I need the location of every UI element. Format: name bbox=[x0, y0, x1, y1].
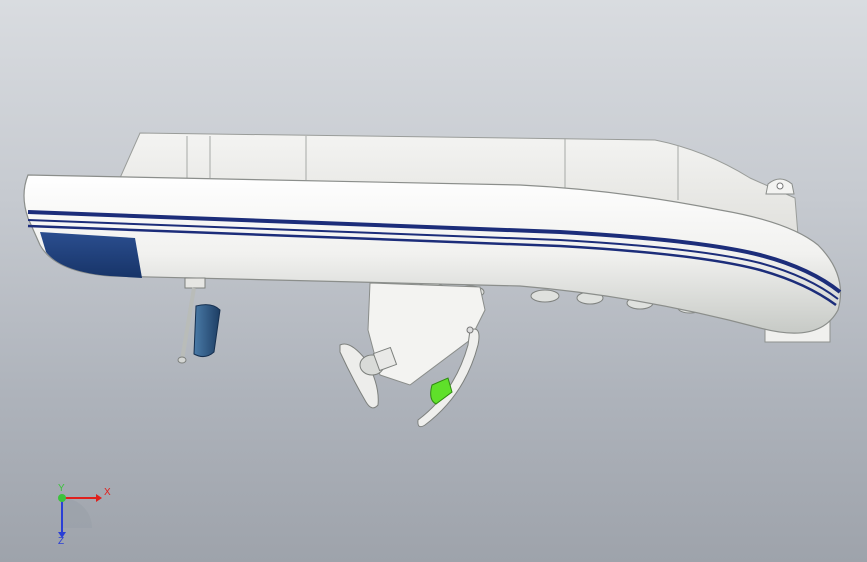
outboard-engine bbox=[177, 277, 221, 364]
boat-model[interactable] bbox=[0, 0, 867, 562]
tube-blue-patch bbox=[40, 232, 142, 278]
x-axis-arrow bbox=[96, 494, 102, 502]
z-axis-label: Z bbox=[58, 536, 65, 547]
y-axis-dot bbox=[58, 494, 66, 502]
y-axis-label: Y bbox=[58, 483, 65, 494]
bow-cleat bbox=[765, 178, 795, 195]
x-axis-label: X bbox=[104, 487, 111, 498]
coordinate-triad: X Y Z bbox=[40, 480, 120, 550]
graphics-viewport[interactable]: X Y Z bbox=[0, 0, 867, 562]
